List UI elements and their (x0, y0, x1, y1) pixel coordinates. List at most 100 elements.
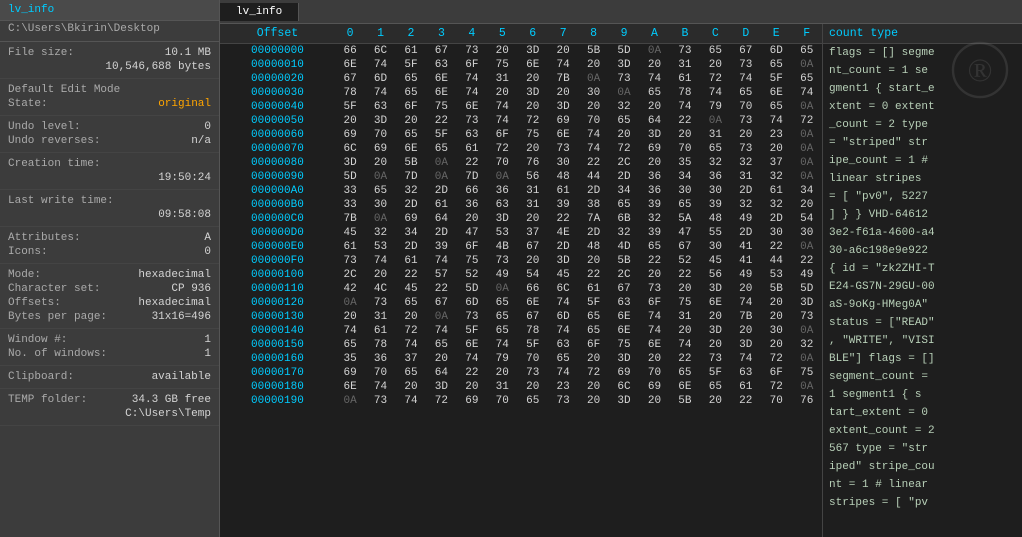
hex-cell[interactable]: 6D (457, 296, 487, 310)
hex-cell[interactable]: 53 (365, 240, 395, 254)
hex-cell[interactable]: 65 (335, 338, 365, 352)
hex-cell[interactable]: 74 (548, 324, 578, 338)
hex-cell[interactable]: 31 (517, 184, 547, 198)
hex-cell[interactable]: 20 (365, 268, 395, 282)
hex-cell[interactable]: 49 (487, 268, 517, 282)
hex-cell[interactable]: 5F (396, 58, 426, 72)
hex-cell[interactable]: 4D (609, 240, 639, 254)
hex-cell[interactable]: 67 (426, 296, 456, 310)
hex-cell[interactable]: 6E (609, 310, 639, 324)
hex-cell[interactable]: 72 (700, 72, 730, 86)
hex-cell[interactable]: 30 (365, 198, 395, 212)
hex-cell[interactable]: 49 (731, 268, 761, 282)
hex-cell[interactable]: 73 (457, 310, 487, 324)
hex-cell[interactable]: 20 (578, 58, 608, 72)
hex-cell[interactable]: 6C (365, 44, 395, 59)
hex-cell[interactable]: 30 (548, 156, 578, 170)
hex-cell[interactable]: 20 (578, 352, 608, 366)
hex-cell[interactable]: 79 (487, 352, 517, 366)
hex-cell[interactable]: 37 (761, 156, 791, 170)
hex-cell[interactable]: 6F (639, 296, 669, 310)
hex-cell[interactable]: 6C (548, 282, 578, 296)
hex-cell[interactable]: 0A (639, 44, 669, 59)
hex-cell[interactable]: 0A (791, 240, 822, 254)
hex-cell[interactable]: 2D (761, 212, 791, 226)
hex-cell[interactable]: 22 (457, 156, 487, 170)
hex-cell[interactable]: 47 (457, 226, 487, 240)
hex-cell[interactable]: 2D (731, 184, 761, 198)
hex-cell[interactable]: 73 (335, 254, 365, 268)
hex-cell[interactable]: 61 (457, 142, 487, 156)
hex-cell[interactable]: 65 (639, 86, 669, 100)
hex-cell[interactable]: 34 (670, 170, 700, 184)
hex-cell[interactable]: 34 (791, 184, 822, 198)
hex-cell[interactable]: 20 (457, 212, 487, 226)
hex-cell[interactable]: 5D (335, 170, 365, 184)
hex-cell[interactable]: 32 (731, 198, 761, 212)
hex-cell[interactable]: 74 (639, 310, 669, 324)
hex-cell[interactable]: 73 (548, 394, 578, 408)
hex-cell[interactable]: 63 (609, 296, 639, 310)
hex-cell[interactable]: 5A (670, 212, 700, 226)
hex-cell[interactable]: 48 (700, 212, 730, 226)
hex-cell[interactable]: 65 (426, 142, 456, 156)
hex-cell[interactable]: 75 (791, 366, 822, 380)
hex-cell[interactable]: 20 (700, 310, 730, 324)
hex-cell[interactable]: 20 (487, 86, 517, 100)
hex-cell[interactable]: 22 (426, 282, 456, 296)
hex-cell[interactable]: 20 (731, 324, 761, 338)
hex-cell[interactable]: 20 (670, 282, 700, 296)
hex-cell[interactable]: 30 (700, 184, 730, 198)
hex-cell[interactable]: 34 (609, 184, 639, 198)
hex-cell[interactable]: 34 (396, 226, 426, 240)
hex-cell[interactable]: 5F (426, 128, 456, 142)
hex-cell[interactable]: 0A (791, 324, 822, 338)
hex-cell[interactable]: 65 (609, 198, 639, 212)
hex-cell[interactable]: 6C (609, 380, 639, 394)
hex-cell[interactable]: 65 (578, 324, 608, 338)
hex-cell[interactable]: 3D (426, 380, 456, 394)
hex-cell[interactable]: 48 (578, 240, 608, 254)
hex-cell[interactable]: 20 (457, 380, 487, 394)
hex-cell[interactable]: 53 (487, 226, 517, 240)
hex-cell[interactable]: 65 (396, 128, 426, 142)
hex-cell[interactable]: 6E (609, 324, 639, 338)
hex-cell[interactable]: 20 (548, 86, 578, 100)
hex-cell[interactable]: 6E (700, 296, 730, 310)
hex-cell[interactable]: 45 (700, 254, 730, 268)
hex-cell[interactable]: 30 (670, 184, 700, 198)
hex-cell[interactable]: 23 (548, 380, 578, 394)
hex-cell[interactable]: 78 (670, 86, 700, 100)
hex-cell[interactable]: 20 (639, 268, 669, 282)
hex-cell[interactable]: 30 (578, 86, 608, 100)
hex-cell[interactable]: 63 (548, 338, 578, 352)
hex-cell[interactable]: 65 (396, 86, 426, 100)
hex-cell[interactable]: 20 (487, 44, 517, 59)
hex-cell[interactable]: 20 (396, 114, 426, 128)
hex-cell[interactable]: 73 (731, 58, 761, 72)
hex-cell[interactable]: 7A (578, 212, 608, 226)
hex-cell[interactable]: 6E (670, 380, 700, 394)
hex-cell[interactable]: 67 (517, 240, 547, 254)
hex-cell[interactable]: 22 (639, 254, 669, 268)
hex-cell[interactable]: 6E (426, 72, 456, 86)
hex-cell[interactable]: 36 (487, 184, 517, 198)
hex-cell[interactable]: 65 (670, 366, 700, 380)
hex-cell[interactable]: 72 (791, 114, 822, 128)
hex-cell[interactable]: 65 (670, 198, 700, 212)
hex-cell[interactable]: 2D (578, 184, 608, 198)
hex-cell[interactable]: 4E (548, 226, 578, 240)
hex-cell[interactable]: 31 (365, 310, 395, 324)
hex-cell[interactable]: 30 (791, 226, 822, 240)
hex-cell[interactable]: 20 (761, 310, 791, 324)
hex-cell[interactable]: 70 (487, 156, 517, 170)
hex-cell[interactable]: 76 (517, 156, 547, 170)
hex-cell[interactable]: 2D (396, 198, 426, 212)
hex-cell[interactable]: 3D (639, 128, 669, 142)
hex-cell[interactable]: 74 (761, 114, 791, 128)
hex-cell[interactable]: 61 (761, 184, 791, 198)
hex-cell[interactable]: 20 (578, 254, 608, 268)
hex-cell[interactable]: 3D (517, 86, 547, 100)
hex-cell[interactable]: 70 (517, 352, 547, 366)
hex-cell[interactable]: 74 (365, 380, 395, 394)
